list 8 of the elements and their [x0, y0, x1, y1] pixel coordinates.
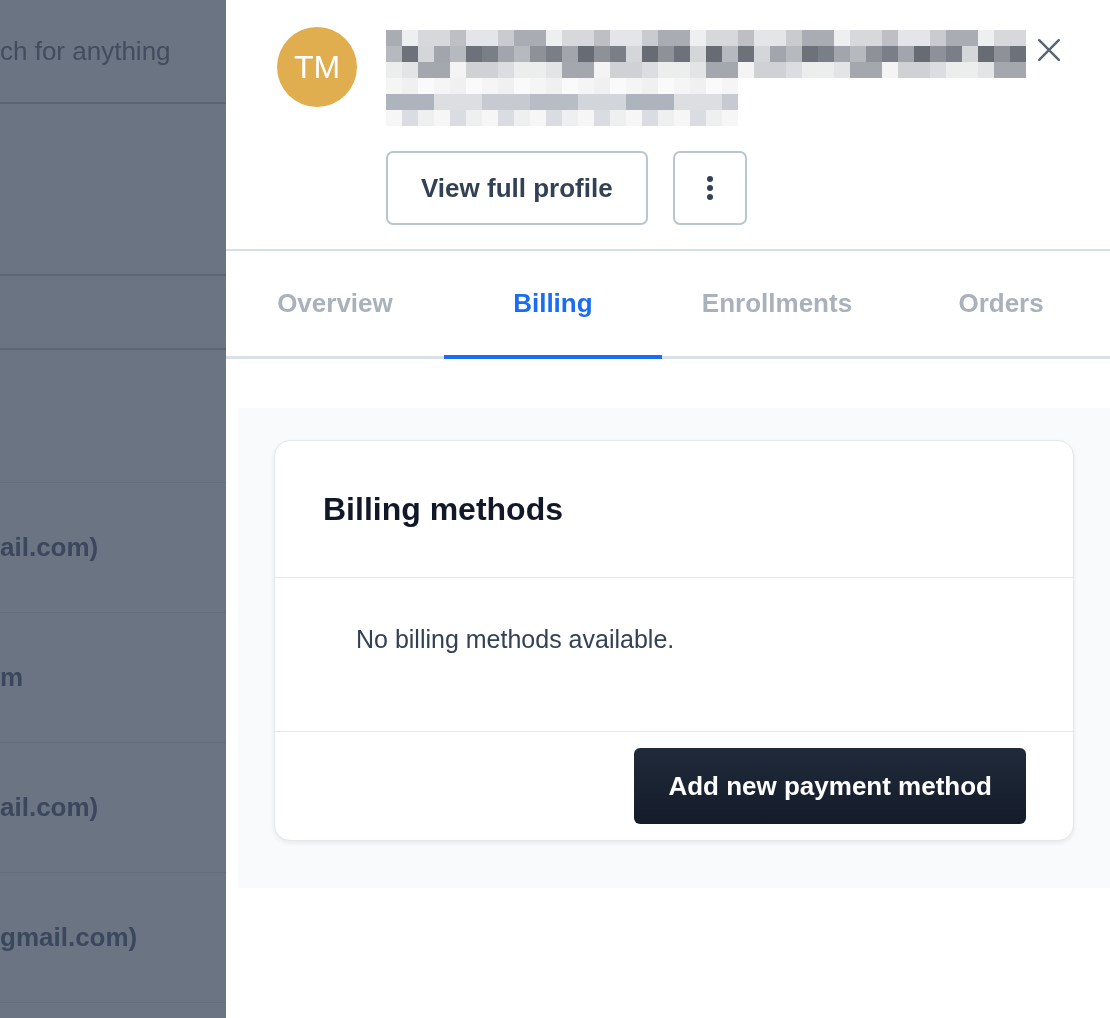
card-title: Billing methods	[323, 490, 563, 528]
close-icon	[1038, 39, 1060, 61]
tab[interactable]: Billing	[443, 251, 662, 359]
empty-message: No billing methods available.	[356, 625, 675, 654]
vertical-dots-icon	[706, 176, 713, 200]
avatar: TM	[277, 27, 357, 107]
add-payment-method-button[interactable]: Add new payment method	[634, 748, 1026, 824]
view-profile-button[interactable]: View full profile	[386, 151, 648, 225]
